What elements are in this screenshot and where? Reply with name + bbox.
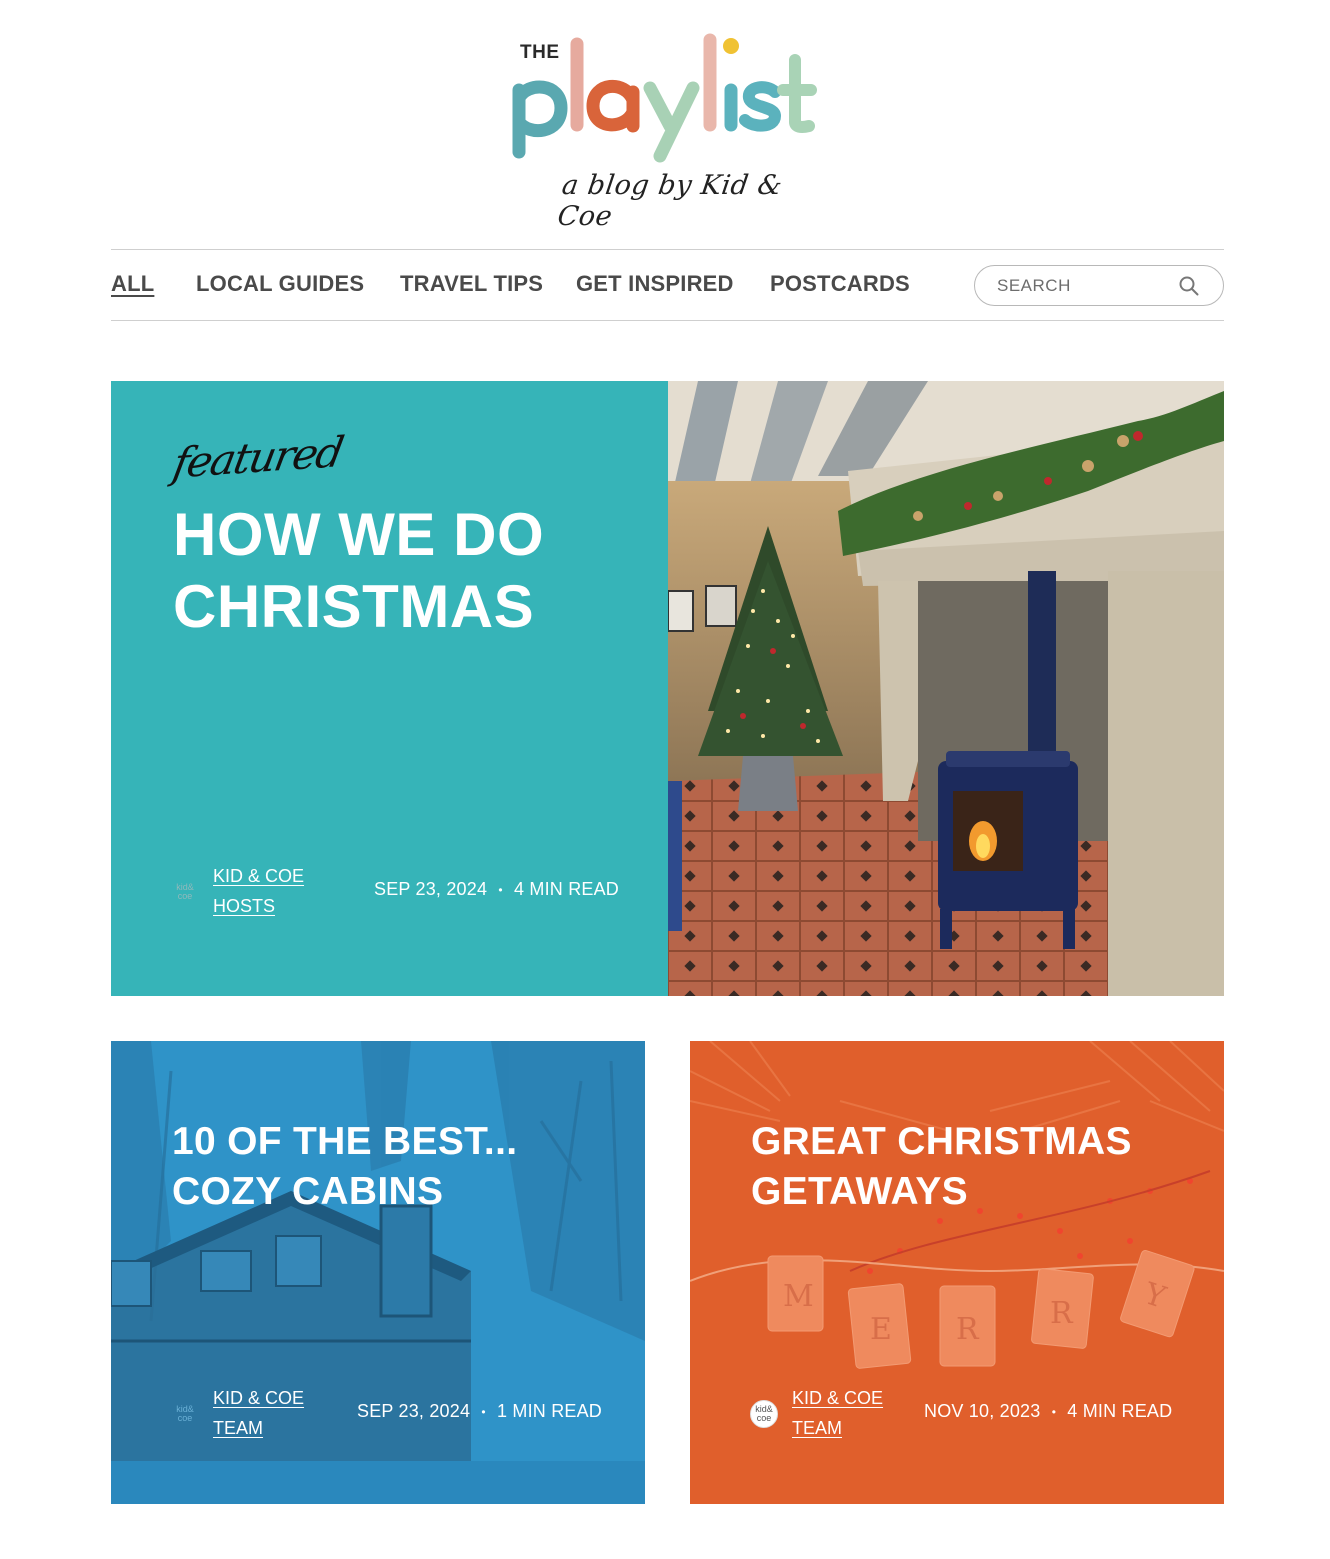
author-name-line2[interactable]: TEAM	[213, 1413, 323, 1443]
nav-item-local-guides[interactable]: LOCAL GUIDES	[196, 271, 364, 297]
featured-badge: featured	[169, 427, 346, 488]
category-nav: ALL LOCAL GUIDES TRAVEL TIPS GET INSPIRE…	[111, 249, 1224, 321]
card-title[interactable]: GREAT CHRISTMAS GETAWAYS	[751, 1117, 1191, 1217]
post-date-readtime: SEP 23, 2024 • 1 MIN READ	[357, 1401, 602, 1422]
search-box[interactable]	[974, 265, 1224, 306]
svg-text:R: R	[956, 1312, 980, 1347]
separator-dot: •	[498, 883, 503, 898]
post-card-christmas-getaways[interactable]: MERRY GREAT CHRISTMAS GETAWAYS kid& coe K…	[690, 1041, 1224, 1504]
card-title[interactable]: 10 OF THE BEST... COZY CABINS	[172, 1117, 612, 1217]
card-meta: kid& coe KID & COE TEAM SEP 23, 2024 • 1 …	[171, 1383, 611, 1443]
read-time: 1 MIN READ	[496, 1401, 603, 1421]
featured-image[interactable]	[668, 381, 1224, 996]
logo-tagline: a blog by Kid & Coe	[555, 170, 785, 232]
author-name-line1[interactable]: KID & COE	[213, 1383, 323, 1413]
svg-text:R: R	[1050, 1296, 1074, 1331]
author-name-line2[interactable]: TEAM	[792, 1413, 902, 1443]
featured-panel: featured HOW WE DO CHRISTMAS kid& coe KID…	[111, 381, 668, 996]
post-date-readtime: SEP 23, 2024 • 4 MIN READ	[374, 879, 619, 900]
featured-post[interactable]: featured HOW WE DO CHRISTMAS kid& coe KID…	[111, 381, 1224, 996]
card-meta: kid& coe KID & COE TEAM NOV 10, 2023 • 4 …	[750, 1383, 1190, 1443]
featured-meta: kid& coe KID & COE HOSTS SEP 23, 2024 • 4…	[171, 861, 631, 921]
read-time: 4 MIN READ	[513, 879, 620, 899]
site-logo[interactable]: THE a blog by Kid & Coe	[505, 30, 825, 232]
author-avatar: kid& coe	[176, 882, 194, 901]
separator-dot: •	[1051, 1405, 1057, 1420]
author-name-line2[interactable]: HOSTS	[213, 891, 323, 921]
author-link[interactable]: KID & COE TEAM	[213, 1383, 323, 1443]
read-time: 4 MIN READ	[1067, 1401, 1173, 1421]
search-input[interactable]	[997, 275, 1177, 297]
post-date-readtime: NOV 10, 2023 • 4 MIN READ	[924, 1401, 1172, 1422]
search-icon[interactable]	[1178, 275, 1200, 297]
author-avatar: kid& coe	[176, 1404, 194, 1423]
author-name-line1[interactable]: KID & COE	[213, 861, 323, 891]
nav-item-postcards[interactable]: POSTCARDS	[770, 271, 910, 297]
logo-dot	[723, 38, 739, 54]
author-avatar: kid& coe	[750, 1400, 778, 1428]
author-name-line1[interactable]: KID & COE	[792, 1383, 902, 1413]
post-card-cozy-cabins[interactable]: 10 OF THE BEST... COZY CABINS kid& coe KI…	[111, 1041, 645, 1504]
svg-text:M: M	[783, 1279, 814, 1314]
featured-title[interactable]: HOW WE DO CHRISTMAS	[173, 499, 643, 643]
nav-item-travel-tips[interactable]: TRAVEL TIPS	[400, 271, 543, 297]
author-link[interactable]: KID & COE TEAM	[792, 1383, 902, 1443]
post-date: SEP 23, 2024	[357, 1401, 471, 1421]
logo-playlist-wordmark	[512, 33, 817, 163]
post-date: NOV 10, 2023	[924, 1401, 1041, 1421]
nav-item-get-inspired[interactable]: GET INSPIRED	[576, 271, 734, 297]
author-link[interactable]: KID & COE HOSTS	[213, 861, 323, 921]
separator-dot: •	[481, 1405, 486, 1420]
post-date: SEP 23, 2024	[374, 879, 488, 899]
nav-item-all[interactable]: ALL	[111, 271, 154, 297]
svg-text:E: E	[870, 1312, 892, 1347]
fireplace-christmas-photo	[668, 381, 1224, 996]
